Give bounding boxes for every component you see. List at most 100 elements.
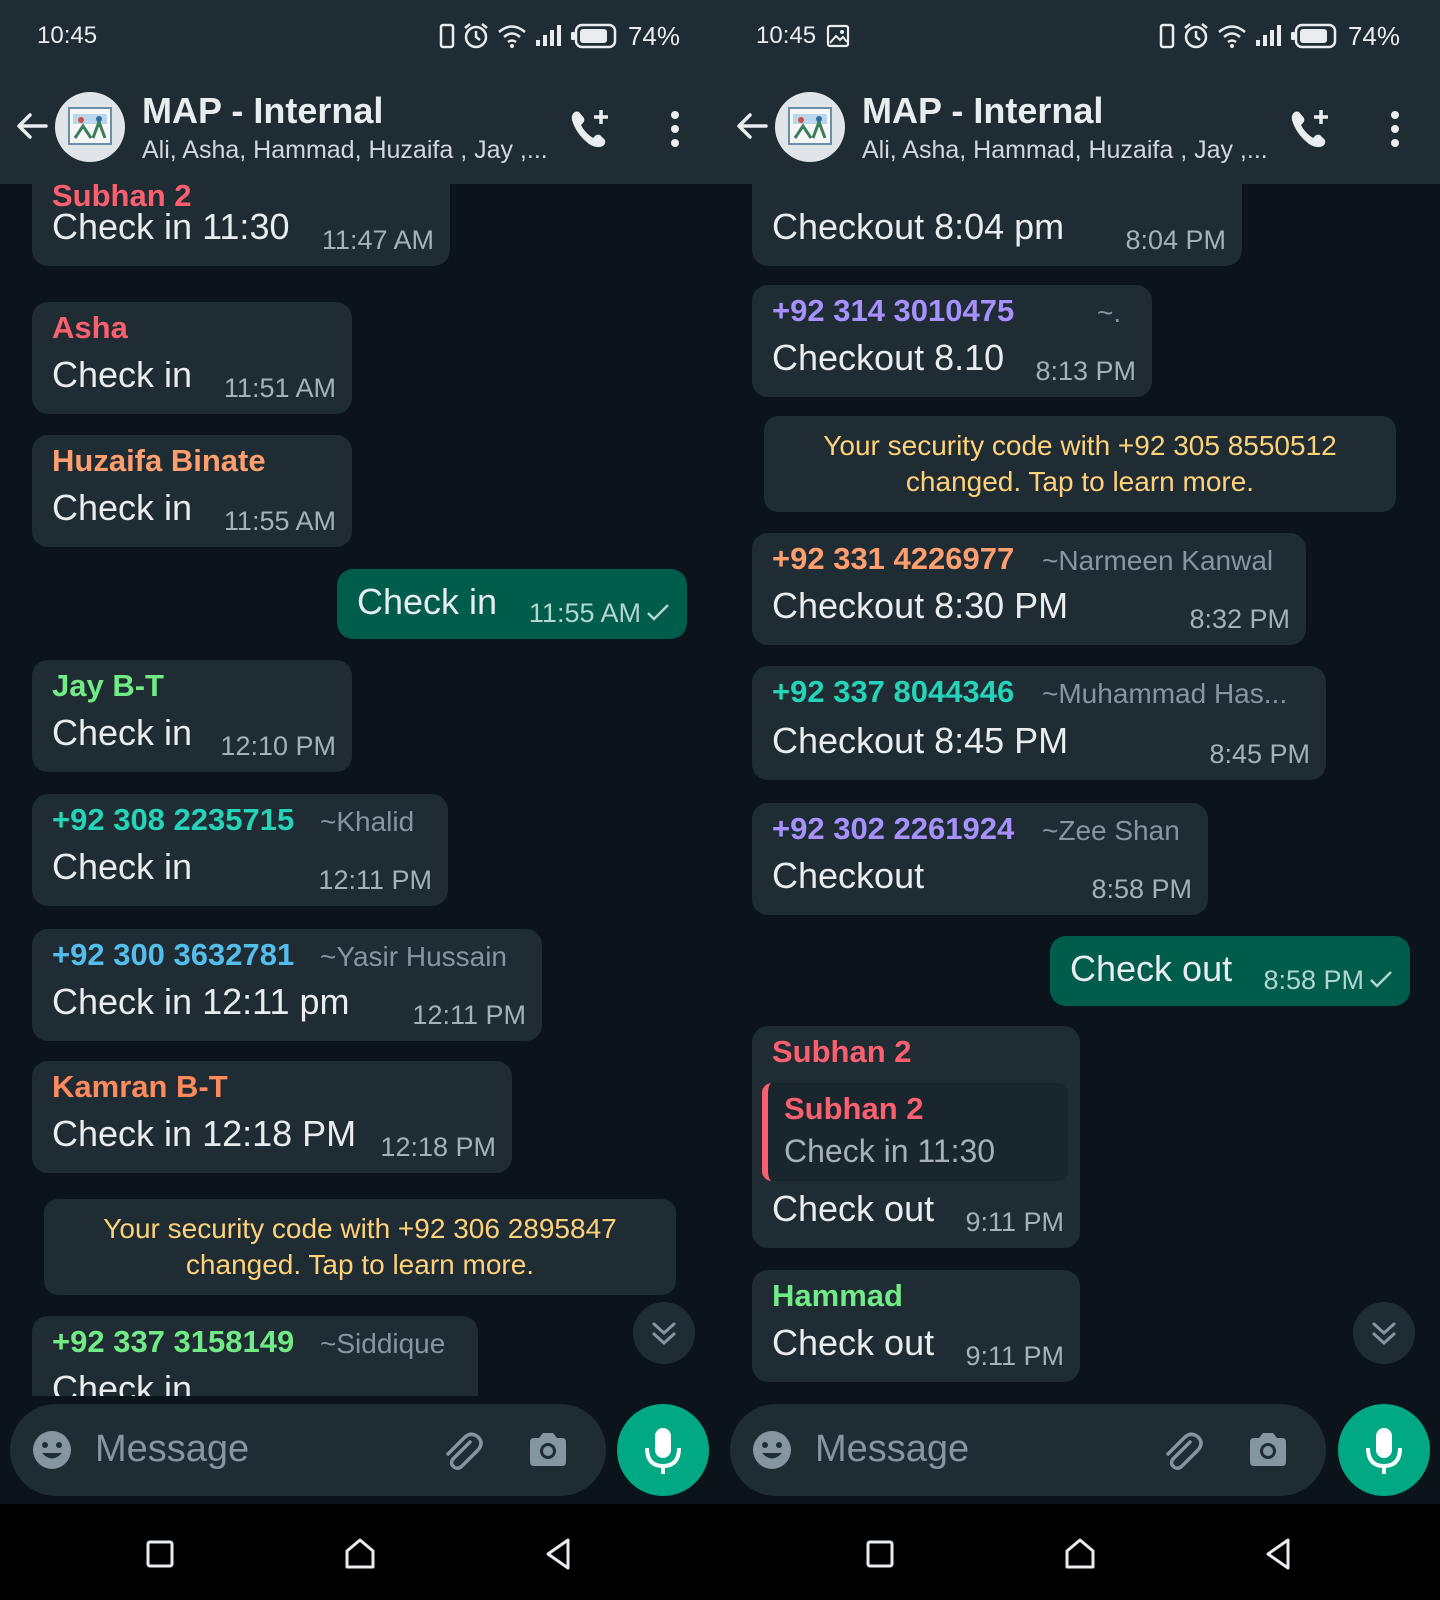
- message-bubble[interactable]: Hammad Check out 9:11 PM: [752, 1270, 1080, 1382]
- sender-name[interactable]: +92 314 3010475: [772, 293, 1014, 329]
- sender-name[interactable]: Hammad: [772, 1278, 903, 1314]
- kebab-menu-icon[interactable]: [1380, 108, 1410, 150]
- sender-name[interactable]: Jay B-T: [52, 668, 164, 704]
- chat-header[interactable]: MAP - Internal Ali, Asha, Hammad, Huzaif…: [0, 72, 720, 184]
- group-avatar[interactable]: [55, 92, 125, 162]
- message-text: Check in 12:18 PM: [52, 1113, 357, 1154]
- emoji-icon[interactable]: [750, 1428, 794, 1472]
- double-chevron-down-icon: [652, 1322, 676, 1346]
- message-time: 8:13 PM: [1035, 356, 1136, 386]
- paperclip-icon[interactable]: [1160, 1428, 1204, 1472]
- message-text: Check in: [52, 712, 193, 753]
- home-icon[interactable]: [1060, 1534, 1100, 1574]
- outgoing-message-bubble[interactable]: Check out 8:58 PM: [1050, 936, 1410, 1006]
- battery-percent: 74%: [1347, 20, 1400, 51]
- sender-name[interactable]: +92 308 2235715: [52, 802, 294, 838]
- message-bubble[interactable]: Subhan 2 Check in 11:30 11:47 AM: [32, 184, 450, 266]
- participants-list[interactable]: Ali, Asha, Hammad, Huzaifa , Jay ,...: [862, 136, 1267, 165]
- home-icon[interactable]: [340, 1534, 380, 1574]
- square-icon[interactable]: [860, 1534, 900, 1574]
- message-bubble[interactable]: +92 302 2261924 ~Zee Shan Checkout 8:58 …: [752, 803, 1208, 915]
- scroll-to-bottom-button[interactable]: [633, 1302, 695, 1364]
- scroll-to-bottom-button[interactable]: [1353, 1302, 1415, 1364]
- camera-icon[interactable]: [526, 1428, 570, 1472]
- message-time: 8:58 PM: [1091, 874, 1192, 904]
- battery-percent: 74%: [627, 20, 680, 51]
- sender-name[interactable]: Asha: [52, 310, 128, 346]
- triangle-back-icon[interactable]: [538, 1534, 578, 1574]
- sender-name[interactable]: +92 302 2261924: [772, 811, 1014, 847]
- message-bubble[interactable]: Asha Check in 11:51 AM: [32, 302, 352, 414]
- sender-name[interactable]: +92 337 3158149: [52, 1324, 294, 1360]
- security-code-notice[interactable]: Your security code with +92 306 2895847 …: [44, 1199, 676, 1295]
- message-time: 12:18 PM: [380, 1132, 496, 1162]
- message-bubble[interactable]: Subhan 2 Subhan 2 Check in 11:30 Check o…: [752, 1026, 1080, 1248]
- system-nav-bar: [720, 1504, 1440, 1600]
- chat-title[interactable]: MAP - Internal: [142, 90, 383, 132]
- mic-icon: [645, 1428, 681, 1474]
- sender-name[interactable]: +92 331 4226977: [772, 541, 1014, 577]
- message-time: 11:51 AM: [223, 373, 336, 403]
- quoted-text: Check in 11:30: [784, 1133, 996, 1169]
- message-list[interactable]: Checkout 8:04 pm 8:04 PM +92 314 3010475…: [720, 184, 1440, 1396]
- participants-list[interactable]: Ali, Asha, Hammad, Huzaifa , Jay ,...: [142, 136, 547, 165]
- camera-icon[interactable]: [1246, 1428, 1290, 1472]
- sender-name[interactable]: Kamran B-T: [52, 1069, 228, 1105]
- message-bubble[interactable]: +92 300 3632781 ~Yasir Hussain Check in …: [32, 929, 542, 1041]
- phone-outline-icon: [1159, 23, 1175, 49]
- voice-message-button[interactable]: [1338, 1404, 1430, 1496]
- triangle-back-icon[interactable]: [1258, 1534, 1298, 1574]
- signal-icon: [535, 25, 561, 46]
- add-call-icon[interactable]: [1287, 106, 1333, 152]
- message-input[interactable]: Message: [95, 1428, 249, 1471]
- add-call-icon[interactable]: [567, 106, 613, 152]
- voice-message-button[interactable]: [617, 1404, 709, 1496]
- kebab-menu-icon[interactable]: [660, 108, 690, 150]
- square-icon[interactable]: [140, 1534, 180, 1574]
- message-bubble[interactable]: +92 308 2235715 ~Khalid Check in 12:11 P…: [32, 794, 448, 906]
- message-bubble[interactable]: Huzaifa Binate Check in 11:55 AM: [32, 435, 352, 547]
- message-input[interactable]: Message: [815, 1428, 969, 1471]
- status-bar: 10:45 74%: [0, 0, 720, 72]
- chat-title[interactable]: MAP - Internal: [862, 90, 1103, 132]
- message-text: Checkout 8:04 pm: [772, 206, 1065, 247]
- message-text: Check in: [52, 487, 193, 528]
- status-icons: 74%: [439, 20, 680, 52]
- message-composer[interactable]: Message: [730, 1404, 1326, 1496]
- arrow-left-icon[interactable]: [732, 106, 772, 146]
- double-chevron-down-icon: [1372, 1322, 1396, 1346]
- system-nav-bar: [0, 1504, 720, 1600]
- chat-header[interactable]: MAP - Internal Ali, Asha, Hammad, Huzaif…: [720, 72, 1440, 184]
- message-bubble[interactable]: Checkout 8:04 pm 8:04 PM: [752, 184, 1242, 266]
- security-code-notice[interactable]: Your security code with +92 305 8550512 …: [764, 416, 1396, 512]
- status-time: 10:45: [756, 22, 817, 49]
- message-bubble[interactable]: Kamran B-T Check in 12:18 PM 12:18 PM: [32, 1061, 512, 1173]
- message-list[interactable]: Subhan 2 Check in 11:30 11:47 AM Asha Ch…: [0, 184, 720, 1396]
- push-name: ~Zee Shan: [1042, 815, 1180, 846]
- message-composer[interactable]: Message: [10, 1404, 606, 1496]
- sender-name[interactable]: +92 337 8044346: [772, 674, 1014, 710]
- message-bubble[interactable]: +92 337 8044346 ~Muhammad Has... Checkou…: [752, 666, 1326, 780]
- chat-screen-right: 10:45 74% MAP - Internal Ali, Asha, Hamm…: [720, 0, 1440, 1600]
- sender-name[interactable]: Huzaifa Binate: [52, 443, 266, 479]
- push-name: ~.: [1097, 297, 1122, 328]
- message-bubble[interactable]: +92 331 4226977 ~Narmeen Kanwal Checkout…: [752, 533, 1306, 645]
- message-time: 11:55 AM: [529, 598, 671, 629]
- group-avatar[interactable]: [775, 92, 845, 162]
- battery-icon: [1290, 23, 1337, 49]
- sender-name[interactable]: +92 300 3632781: [52, 937, 294, 973]
- alarm-icon: [1184, 23, 1208, 49]
- paperclip-icon[interactable]: [440, 1428, 484, 1472]
- emoji-icon[interactable]: [30, 1428, 74, 1472]
- message-text: Check out: [772, 1188, 935, 1229]
- sender-name[interactable]: Subhan 2: [772, 1034, 912, 1070]
- push-name: ~Khalid: [320, 806, 415, 837]
- message-time: 8:32 PM: [1189, 604, 1290, 634]
- quoted-message[interactable]: Subhan 2 Check in 11:30: [762, 1083, 1068, 1181]
- message-bubble[interactable]: Jay B-T Check in 12:10 PM: [32, 660, 352, 772]
- arrow-left-icon[interactable]: [12, 106, 52, 146]
- message-bubble[interactable]: +92 337 3158149 ~Siddique Check in: [32, 1316, 478, 1396]
- message-bubble[interactable]: +92 314 3010475 ~. Checkout 8.10 8:13 PM: [752, 285, 1152, 397]
- outgoing-message-bubble[interactable]: Check in 11:55 AM: [337, 569, 687, 639]
- wifi-icon: [498, 25, 526, 48]
